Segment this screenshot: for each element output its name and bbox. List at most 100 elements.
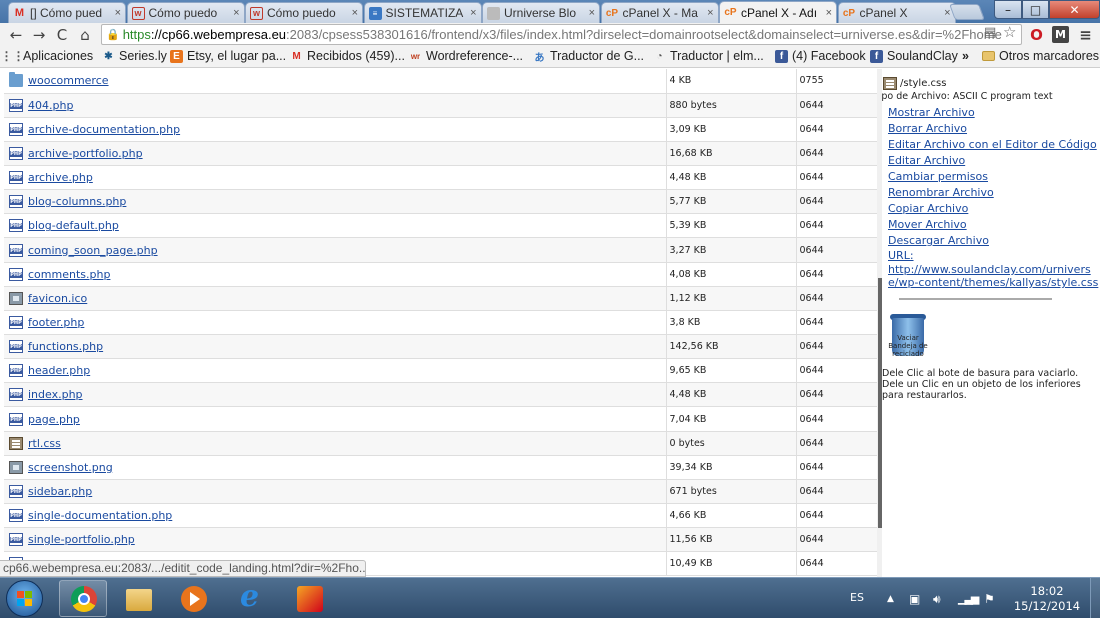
close-window-button[interactable]: ✕ [1049,0,1100,19]
close-tab-icon[interactable]: × [826,7,832,19]
file-name-link[interactable]: coming_soon_page.php [28,244,158,257]
maximize-button[interactable]: □ [1022,0,1049,19]
clock[interactable]: 18:02 15/12/2014 [1006,584,1088,614]
taskbar-paint[interactable] [285,580,333,617]
file-name-link[interactable]: single-portfolio.php [28,533,135,546]
show-hidden-icons[interactable]: ▲ [887,594,894,604]
tab-3[interactable]: w Cómo puedo × [245,2,363,23]
file-row[interactable]: coming_soon_page.php 3,27 KB0644 [4,237,878,263]
bookmark-item[interactable]: M Recibidos (459)... [290,49,405,63]
other-bookmarks-button[interactable]: Otros marcadores [982,49,1099,63]
file-action-link[interactable]: Copiar Archivo [888,201,1097,217]
file-action-link[interactable]: Descargar Archivo [888,233,1097,249]
close-tab-icon[interactable]: × [944,7,950,19]
volume-icon[interactable]: 🔊︎ [933,592,941,607]
close-tab-icon[interactable]: × [352,7,358,19]
browser-menu-icon[interactable]: ≡ [1077,26,1094,44]
file-row[interactable]: favicon.ico 1,12 KB 0644 [4,286,878,311]
bookmark-item[interactable]: f SoulandClay [870,49,958,63]
close-tab-icon[interactable]: × [470,7,476,19]
bookmark-star-icon[interactable]: ☆ [1003,23,1016,41]
file-name-link[interactable]: blog-default.php [28,219,119,232]
file-name-link[interactable]: archive.php [28,171,93,184]
file-action-link[interactable]: Editar Archivo con el Editor de Código [888,137,1097,153]
file-row[interactable]: single-documentation.php 4,66 KB0644 [4,503,878,529]
file-action-link[interactable]: Borrar Archivo [888,121,1097,137]
file-name-link[interactable]: archive-portfolio.php [28,147,143,160]
file-name-link[interactable]: page.php [28,413,80,426]
file-name-link[interactable]: header.php [28,364,90,377]
file-name-link[interactable]: sidebar.php [28,485,92,498]
file-name-link[interactable]: comments.php [28,268,110,281]
file-action-link[interactable]: Renombrar Archivo [888,185,1097,201]
file-name-link[interactable]: rtl.css [28,437,61,450]
file-row[interactable]: single-portfolio.php 11,56 KB0644 [4,527,878,553]
opera-extension-icon[interactable]: O [1028,26,1045,44]
file-name-link[interactable]: archive-documentation.php [28,123,180,136]
file-row[interactable]: 404.php 880 bytes0644 [4,93,878,118]
new-tab-button[interactable] [949,4,985,20]
file-name-link[interactable]: screenshot.png [28,461,113,474]
tab-6[interactable]: cP cPanel X - Ma × [600,2,719,23]
file-row[interactable]: page.php 7,04 KB0644 [4,406,878,432]
file-row[interactable]: archive.php 4,48 KB0644 [4,165,878,191]
bookmark-item[interactable]: ◔ Traductor | elm... [653,49,763,63]
file-row[interactable]: functions.php 142,56 KB0644 [4,334,878,360]
file-name-link[interactable]: 404.php [28,99,73,112]
address-bar[interactable]: 🔒 https://cp66.webempresa.eu:2083/cpsess… [101,24,1022,45]
file-row[interactable]: blog-default.php 5,39 KB0644 [4,213,878,239]
file-row[interactable]: footer.php 3,8 KB0644 [4,310,878,336]
start-button[interactable] [6,580,43,617]
minimize-button[interactable]: – [994,0,1022,19]
bookmark-item[interactable]: ✱ Series.ly [102,49,167,63]
file-row[interactable]: archive-portfolio.php 16,68 KB0644 [4,141,878,167]
taskbar-explorer[interactable] [114,580,162,617]
bookmarks-overflow-button[interactable]: » [962,49,969,63]
file-name-link[interactable]: single-documentation.php [28,509,172,522]
close-tab-icon[interactable]: × [233,7,239,19]
taskbar-media-player[interactable] [169,580,217,617]
reload-button[interactable]: C [52,25,72,45]
action-center-flag-icon[interactable]: ⚑ [984,592,995,606]
tab-5[interactable]: Urniverse Blo × [482,2,600,23]
close-tab-icon[interactable]: × [589,7,595,19]
bookmark-item[interactable]: E Etsy, el lugar pa... [170,49,286,63]
file-row[interactable]: screenshot.png 39,34 KB 0644 [4,455,878,480]
file-name-link[interactable]: blog-columns.php [28,195,126,208]
close-tab-icon[interactable]: × [707,7,713,19]
tab-2[interactable]: w Cómo puedo × [126,2,245,23]
file-row[interactable]: index.php 4,48 KB0644 [4,382,878,408]
file-row[interactable]: header.php 9,65 KB0644 [4,358,878,384]
bookmark-item[interactable]: あ Traductor de G... [533,49,645,64]
file-name-link[interactable]: functions.php [28,340,103,353]
taskbar-internet-explorer[interactable]: e [228,579,276,617]
taskbar-chrome[interactable] [59,580,107,617]
file-row[interactable]: archive-documentation.php 3,09 KB0644 [4,117,878,142]
tab-4[interactable]: ≡ SISTEMATIZA × [363,2,482,23]
usb-icon[interactable]: ▣ [909,592,920,606]
file-name-link[interactable]: footer.php [28,316,84,329]
bookmark-item[interactable]: f (4) Facebook [775,49,866,63]
tab-7[interactable]: cP cPanel X - Adı × [719,1,837,23]
file-name-link[interactable]: woocommerce [28,74,109,87]
file-action-link[interactable]: Editar Archivo [888,153,1097,169]
file-name-link[interactable]: favicon.ico [28,292,87,305]
tab-1[interactable]: M [] Cómo pued × [8,2,126,23]
forward-button[interactable]: → [29,25,49,45]
back-button[interactable]: ← [6,25,26,45]
tab-8[interactable]: cP cPanel X × [837,2,956,23]
file-row[interactable]: rtl.css 0 bytes 0644 [4,431,878,456]
file-url-link[interactable]: http://www.soulandclay.com/urniverse/wp-… [888,263,1100,289]
file-action-link[interactable]: Cambiar permisos [888,169,1097,185]
file-row[interactable]: comments.php 4,08 KB0644 [4,262,878,287]
file-row[interactable]: blog-columns.php 5,77 KB0644 [4,189,878,215]
file-name-link[interactable]: index.php [28,388,83,401]
file-action-link[interactable]: Mostrar Archivo [888,105,1097,121]
network-icon[interactable]: ▁▃▅ [958,592,979,605]
file-row[interactable]: sidebar.php 671 bytes0644 [4,479,878,505]
file-row[interactable]: woocommerce 4 KB 0755 [4,69,878,94]
close-tab-icon[interactable]: × [115,7,121,19]
language-indicator[interactable]: ES [850,591,864,604]
file-action-link[interactable]: Mover Archivo [888,217,1097,233]
bookmark-item[interactable]: wr Wordreference-... [409,49,523,63]
